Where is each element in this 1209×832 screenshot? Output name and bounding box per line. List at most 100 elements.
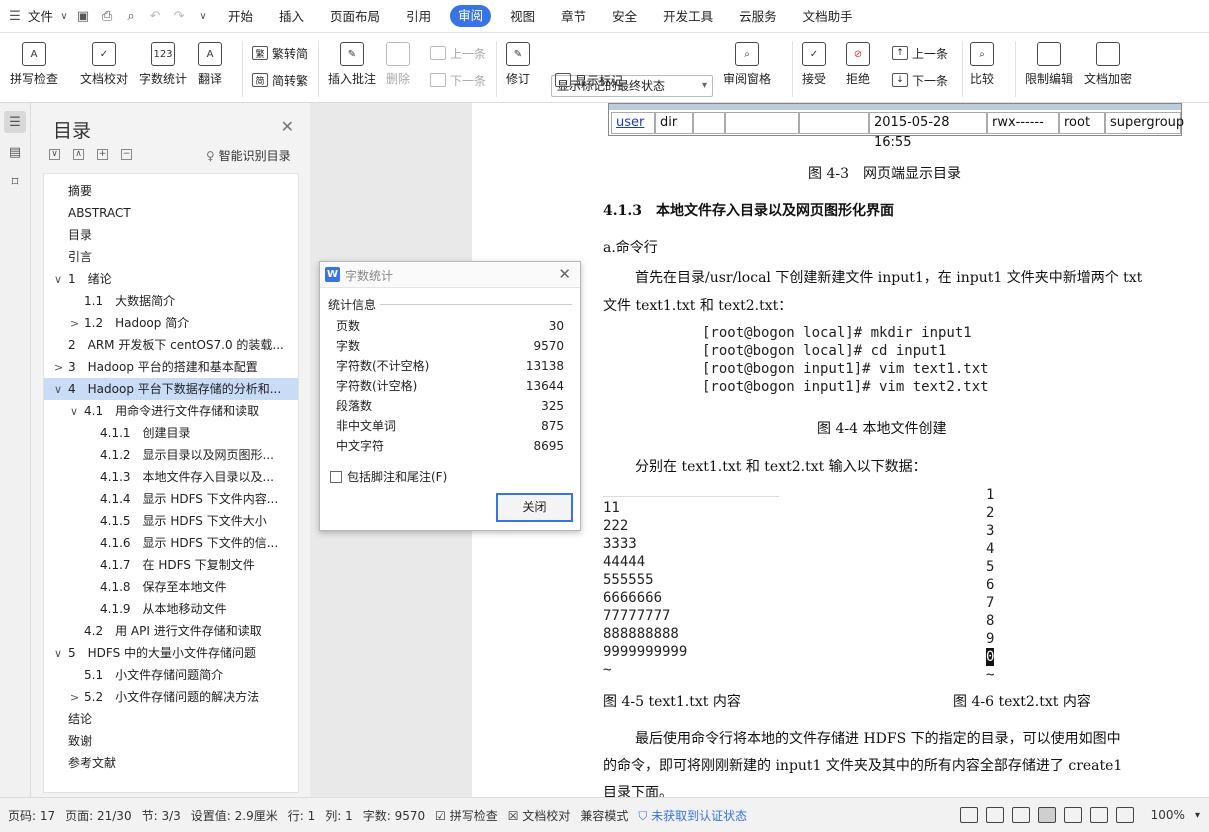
toc-item[interactable]: 4.1.2 显示目录以及网页图形...: [44, 444, 298, 466]
toc-item[interactable]: ∨ 4 Hadoop 平台下数据存储的分析和...: [44, 378, 298, 400]
word-count-button[interactable]: 123 字数统计: [139, 33, 187, 87]
menu-references[interactable]: 引用: [393, 0, 444, 33]
compare-button[interactable]: ⌕ 比较: [970, 33, 994, 87]
print-icon[interactable]: ⎙: [95, 0, 119, 33]
remove-heading-icon[interactable]: −: [121, 149, 132, 160]
status-cert[interactable]: ⛉ 未获取到认证状态: [633, 807, 752, 824]
toc-icon[interactable]: ☰: [4, 111, 26, 133]
toc-item[interactable]: 目录: [44, 224, 298, 246]
close-icon[interactable]: ✕: [281, 117, 294, 136]
close-button[interactable]: 关闭: [496, 493, 573, 522]
dialog-titlebar[interactable]: W 字数统计 ✕: [320, 262, 580, 288]
toc-item[interactable]: >1.2 Hadoop 简介: [44, 312, 298, 334]
chevron-down-icon[interactable]: ∨: [70, 401, 84, 422]
toc-item[interactable]: 5.1 小文件存储问题简介: [44, 664, 298, 686]
bookmark-icon[interactable]: ⌑: [4, 171, 26, 193]
dir-link-user[interactable]: user: [611, 112, 655, 134]
chevron-right-icon[interactable]: >: [70, 313, 84, 334]
toc-item[interactable]: 2 ARM 开发板下 centOS7.0 的装载...: [44, 334, 298, 356]
toc-item[interactable]: 4.1.1 创建目录: [44, 422, 298, 444]
collapse-all-icon[interactable]: ∨: [49, 149, 60, 160]
chevron-right-icon[interactable]: >: [54, 357, 68, 378]
next-comment-button[interactable]: 下一条: [430, 70, 486, 90]
redo-icon[interactable]: ↷: [167, 0, 191, 33]
toc-item[interactable]: 1.1 大数据简介: [44, 290, 298, 312]
toc-item[interactable]: ∨ 1 绪论: [44, 268, 298, 290]
eye-protect-icon[interactable]: [985, 807, 1004, 823]
menu-page-layout[interactable]: 页面布局: [317, 0, 393, 33]
status-words[interactable]: 字数: 9570: [358, 807, 430, 824]
chevron-down-icon[interactable]: ∨: [54, 643, 68, 664]
file-menu[interactable]: 文件: [24, 0, 57, 33]
toc-item[interactable]: 结论: [44, 708, 298, 730]
toc-item[interactable]: 4.1.9 从本地移动文件: [44, 598, 298, 620]
menu-doc-assistant[interactable]: 文档助手: [790, 0, 866, 33]
chevron-down-icon[interactable]: ∨: [57, 0, 71, 33]
review-pane-button[interactable]: ⌕ 审阅窗格: [723, 33, 771, 87]
hamburger-icon[interactable]: ☰: [6, 0, 24, 33]
restrict-edit-button[interactable]: 限制编辑: [1025, 33, 1073, 87]
toc-item[interactable]: 4.1.4 显示 HDFS 下文件内容...: [44, 488, 298, 510]
show-markup-button[interactable]: 显示标记: [555, 70, 623, 90]
status-setting[interactable]: 设置值: 2.9厘米: [186, 807, 283, 824]
status-page[interactable]: 页面: 21/30: [60, 807, 136, 824]
reject-button[interactable]: ⊘ 拒绝: [846, 33, 870, 87]
toc-item[interactable]: 参考文献: [44, 752, 298, 774]
zoom-level[interactable]: 100%: [1146, 808, 1190, 822]
spell-check-button[interactable]: A 拼写检查: [10, 33, 58, 87]
status-doc-proof[interactable]: ☒ 文档校对: [503, 807, 576, 824]
prev-change-button[interactable]: ↑ 上一条: [892, 43, 948, 63]
toc-item[interactable]: 4.1.3 本地文件存入目录以及...: [44, 466, 298, 488]
toc-item[interactable]: 4.1.5 显示 HDFS 下文件大小: [44, 510, 298, 532]
pen-icon[interactable]: [1011, 807, 1030, 823]
delete-comment-button[interactable]: 删除: [386, 33, 410, 87]
read-mode-icon[interactable]: [1115, 807, 1134, 823]
toc-item[interactable]: ABSTRACT: [44, 202, 298, 224]
close-icon[interactable]: ✕: [558, 265, 571, 283]
toc-item[interactable]: 4.2 用 API 进行文件存储和读取: [44, 620, 298, 642]
page-thumbnail-icon[interactable]: ▤: [4, 141, 26, 163]
toc-item[interactable]: >3 Hadoop 平台的搭建和基本配置: [44, 356, 298, 378]
toc-item[interactable]: 4.1.7 在 HDFS 下复制文件: [44, 554, 298, 576]
chevron-down-icon[interactable]: ∨: [54, 269, 68, 290]
trad-to-simp-button[interactable]: 繁繁转简: [252, 43, 308, 63]
chevron-right-icon[interactable]: >: [70, 687, 84, 708]
toc-item[interactable]: >5.2 小文件存储问题的解决方法: [44, 686, 298, 708]
chevron-down-icon[interactable]: ∨: [54, 379, 68, 400]
menu-view[interactable]: 视图: [497, 0, 548, 33]
toc-item[interactable]: 摘要: [44, 180, 298, 202]
menu-dev-tools[interactable]: 开发工具: [650, 0, 726, 33]
print-preview-icon[interactable]: ⌕: [119, 0, 143, 33]
menu-home[interactable]: 开始: [215, 0, 266, 33]
more-icon[interactable]: ∨: [191, 0, 215, 33]
web-view-icon[interactable]: [1089, 807, 1108, 823]
toc-item[interactable]: ∨ 4.1 用命令进行文件存储和读取: [44, 400, 298, 422]
toc-item[interactable]: 引言: [44, 246, 298, 268]
toc-item[interactable]: 4.1.8 保存至本地文件: [44, 576, 298, 598]
zoom-dropdown-icon[interactable]: ▾: [1190, 810, 1205, 821]
undo-icon[interactable]: ↶: [143, 0, 167, 33]
expand-all-icon[interactable]: ∧: [73, 149, 84, 160]
fullscreen-icon[interactable]: [959, 807, 978, 823]
menu-cloud[interactable]: 云服务: [726, 0, 790, 33]
toc-item[interactable]: 致谢: [44, 730, 298, 752]
outline-view-icon[interactable]: [1063, 807, 1082, 823]
include-footnotes-checkbox[interactable]: 包括脚注和尾注(F): [330, 468, 447, 485]
doc-proof-button[interactable]: ✓ 文档校对: [80, 33, 128, 87]
status-spell-check[interactable]: ☑ 拼写检查: [430, 807, 503, 824]
toc-item[interactable]: ∨ 5 HDFS 中的大量小文件存储问题: [44, 642, 298, 664]
status-section[interactable]: 节: 3/3: [137, 807, 186, 824]
status-page-code[interactable]: 页码: 17: [3, 807, 60, 824]
toc-item[interactable]: 4.1.6 显示 HDFS 下文件的信...: [44, 532, 298, 554]
add-heading-icon[interactable]: +: [97, 149, 108, 160]
menu-insert[interactable]: 插入: [266, 0, 317, 33]
doc-encrypt-button[interactable]: 文档加密: [1084, 33, 1132, 87]
simp-to-trad-button[interactable]: 简简转繁: [252, 70, 308, 90]
accept-button[interactable]: ✓ 接受: [802, 33, 826, 87]
page-view-icon[interactable]: [1037, 807, 1056, 823]
prev-comment-button[interactable]: 上一条: [430, 43, 486, 63]
smart-toc-button[interactable]: ♀ 智能识别目录: [206, 147, 291, 164]
insert-comment-button[interactable]: ✎ 插入批注: [328, 33, 376, 87]
menu-review[interactable]: 审阅: [450, 5, 492, 27]
menu-security[interactable]: 安全: [599, 0, 650, 33]
